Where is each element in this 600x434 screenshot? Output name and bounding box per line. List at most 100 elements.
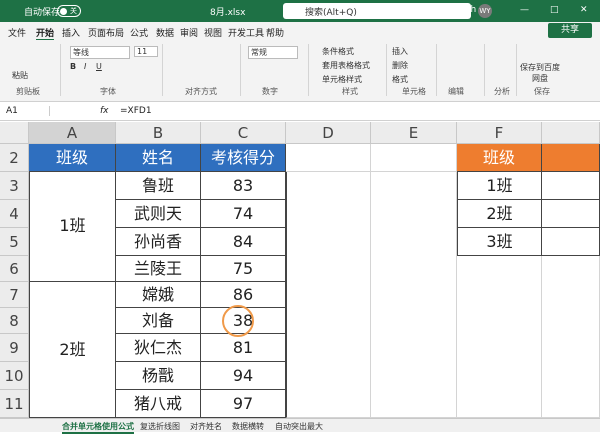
select-all-corner[interactable] [0, 122, 29, 144]
score-cell[interactable]: 84 [201, 228, 286, 256]
tab-developer[interactable]: 开发工具 [228, 26, 264, 39]
lookup-value-cell[interactable] [542, 200, 600, 228]
name-cell[interactable]: 猪八戒 [116, 390, 201, 418]
col-header-a[interactable]: A [29, 122, 116, 144]
name-cell[interactable]: 杨戬 [116, 362, 201, 390]
row-header-9[interactable]: 9 [0, 334, 29, 362]
name-cell[interactable]: 武则天 [116, 200, 201, 228]
format-button[interactable]: 格式 [392, 74, 408, 85]
name-cell[interactable]: 鲁班 [116, 172, 201, 200]
sheet-tab[interactable]: 对齐姓名 [190, 421, 222, 432]
score-cell[interactable]: 75 [201, 256, 286, 282]
score-cell[interactable]: 83 [201, 172, 286, 200]
separator [484, 44, 485, 96]
score-cell[interactable]: 97 [201, 390, 286, 418]
cell[interactable] [371, 172, 457, 418]
lookup-cell[interactable]: 3班 [457, 228, 542, 256]
sheet-tab[interactable]: 合并单元格使用公式 [62, 421, 134, 434]
insert-button[interactable]: 插入 [392, 46, 408, 57]
name-cell[interactable]: 嫦娥 [116, 282, 201, 308]
toggle-label: 关 [70, 7, 77, 15]
lookup-cell[interactable]: 1班 [457, 172, 542, 200]
tab-data[interactable]: 数据 [156, 26, 174, 39]
score-cell[interactable]: 74 [201, 200, 286, 228]
fx-icon[interactable]: fx [100, 106, 109, 116]
name-cell[interactable]: 兰陵王 [116, 256, 201, 282]
separator [386, 44, 387, 96]
lookup-cell[interactable]: 2班 [457, 200, 542, 228]
avatar[interactable]: WY [478, 4, 492, 18]
row-header-8[interactable]: 8 [0, 308, 29, 334]
cell[interactable] [457, 256, 542, 418]
row-header-3[interactable]: 3 [0, 172, 29, 200]
separator [516, 44, 517, 96]
maximize-icon[interactable]: □ [550, 5, 559, 15]
col-header-g[interactable] [542, 122, 600, 144]
paste-button[interactable]: 粘贴 [12, 70, 28, 81]
row-header-6[interactable]: 6 [0, 256, 29, 282]
tab-home[interactable]: 开始 [36, 26, 55, 41]
header-score[interactable]: 考核得分 [201, 144, 286, 172]
row-header-11[interactable]: 11 [0, 390, 29, 418]
group-analysis: 分析 [494, 87, 510, 96]
merged-class-cell[interactable]: 2班 [29, 282, 116, 418]
title-bar: 自动保存 关 8月.xlsx 搜索(Alt+Q) w yh WY — □ ✕ [0, 0, 600, 22]
col-header-d[interactable]: D [286, 122, 371, 144]
tab-formulas[interactable]: 公式 [130, 26, 148, 39]
number-format-select[interactable]: 常规 [248, 46, 298, 59]
col-header-c[interactable]: C [201, 122, 286, 144]
minimize-icon[interactable]: — [520, 5, 529, 15]
header-class[interactable]: 班级 [29, 144, 116, 172]
sheet-tab[interactable]: 数据横转 [232, 421, 264, 432]
lookup-value-cell[interactable] [542, 172, 600, 200]
col-header-b[interactable]: B [116, 122, 201, 144]
save-baidu-button[interactable]: 保存到百度网盘 [520, 62, 560, 84]
merged-class-cell[interactable]: 1班 [29, 172, 116, 282]
row-header-10[interactable]: 10 [0, 362, 29, 390]
close-icon[interactable]: ✕ [580, 5, 588, 15]
header-name[interactable]: 姓名 [116, 144, 201, 172]
share-button[interactable]: 共享 [548, 23, 592, 38]
score-cell[interactable]: 81 [201, 334, 286, 362]
cell[interactable] [371, 144, 457, 172]
row-header-7[interactable]: 7 [0, 282, 29, 308]
separator [308, 44, 309, 96]
delete-button[interactable]: 删除 [392, 60, 408, 71]
name-box[interactable]: A1 [6, 106, 50, 116]
search-box[interactable]: 搜索(Alt+Q) [283, 3, 471, 19]
tab-page-layout[interactable]: 页面布局 [88, 26, 124, 39]
row-header-4[interactable]: 4 [0, 200, 29, 228]
tab-review[interactable]: 审阅 [180, 26, 198, 39]
name-cell[interactable]: 刘备 [116, 308, 201, 334]
sheet-tab[interactable]: 自动突出最大 [275, 421, 323, 432]
tab-insert[interactable]: 插入 [62, 26, 80, 39]
cell[interactable] [286, 172, 371, 418]
autosave-toggle[interactable] [57, 5, 81, 17]
font-size-select[interactable]: 11 [134, 46, 158, 57]
lookup-header[interactable]: 班级 [457, 144, 542, 172]
tab-view[interactable]: 视图 [204, 26, 222, 39]
formula-bar: A1 fx =XFD1 [0, 103, 600, 121]
score-cell[interactable]: 94 [201, 362, 286, 390]
cell-style-button[interactable]: 单元格样式 [322, 74, 362, 85]
tab-file[interactable]: 文件 [8, 26, 26, 39]
underline-button[interactable]: U [96, 62, 102, 71]
font-select[interactable]: 等线 [70, 46, 130, 59]
score-cell[interactable]: 86 [201, 282, 286, 308]
col-header-e[interactable]: E [371, 122, 457, 144]
lookup-header-blank[interactable] [542, 144, 600, 172]
bold-button[interactable]: B [70, 62, 76, 71]
formula-input[interactable]: =XFD1 [120, 106, 152, 116]
name-cell[interactable]: 狄仁杰 [116, 334, 201, 362]
conditional-format-button[interactable]: 条件格式 [322, 46, 354, 57]
lookup-value-cell[interactable] [542, 228, 600, 256]
row-header-5[interactable]: 5 [0, 228, 29, 256]
tab-help[interactable]: 帮助 [266, 26, 284, 39]
row-header-2[interactable]: 2 [0, 144, 29, 172]
sheet-tab[interactable]: 复选折线图 [140, 421, 180, 432]
table-format-button[interactable]: 套用表格格式 [322, 60, 370, 71]
name-cell[interactable]: 孙尚香 [116, 228, 201, 256]
col-header-f[interactable]: F [457, 122, 542, 144]
cell[interactable] [286, 144, 371, 172]
italic-button[interactable]: I [84, 62, 86, 71]
